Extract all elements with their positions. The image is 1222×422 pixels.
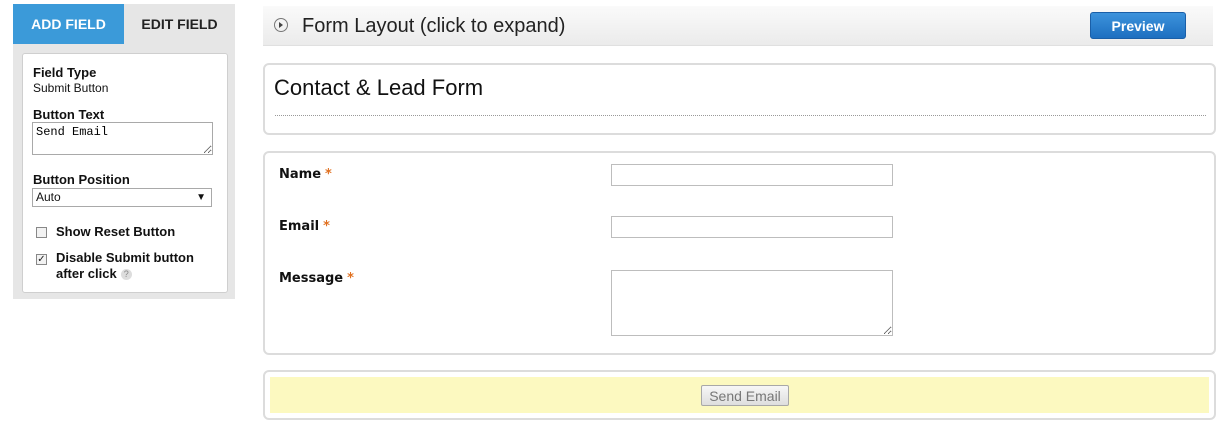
- show-reset-label: Show Reset Button: [56, 224, 176, 239]
- message-field-label: Message *: [279, 271, 354, 286]
- preview-button[interactable]: Preview: [1090, 12, 1186, 39]
- form-title: Contact & Lead Form: [274, 75, 484, 100]
- sidebar-tabs: ADD FIELD EDIT FIELD: [13, 4, 235, 44]
- form-layout-bar[interactable]: Form Layout (click to expand) Preview: [263, 6, 1213, 46]
- button-text-label: Button Text: [33, 107, 105, 122]
- email-input[interactable]: [611, 216, 893, 238]
- message-textarea[interactable]: [611, 270, 893, 336]
- submit-area: Send Email: [270, 377, 1209, 413]
- button-position-label: Button Position: [33, 172, 130, 187]
- tab-add-field[interactable]: ADD FIELD: [13, 4, 124, 44]
- disable-submit-checkbox[interactable]: ✓: [36, 254, 47, 265]
- form-layout-title[interactable]: Form Layout (click to expand): [302, 15, 565, 38]
- button-position-select[interactable]: Auto ▼: [32, 188, 212, 207]
- required-marker: *: [323, 219, 330, 234]
- disable-submit-label: Disable Submit button after click?: [56, 250, 194, 282]
- form-fields-section: Name * Email * Message *: [263, 151, 1216, 355]
- name-field-label: Name *: [279, 167, 332, 182]
- email-field-label: Email *: [279, 219, 330, 234]
- field-type-label: Field Type: [33, 65, 97, 80]
- title-divider: [275, 115, 1206, 116]
- button-text-input[interactable]: Send Email: [32, 122, 213, 155]
- button-position-value: Auto: [36, 190, 61, 204]
- disable-submit-label-line1: Disable Submit button: [56, 250, 194, 265]
- check-icon: ✓: [37, 254, 46, 265]
- form-title-section[interactable]: Contact & Lead Form: [263, 63, 1216, 135]
- name-input[interactable]: [611, 164, 893, 186]
- show-reset-checkbox[interactable]: [36, 227, 47, 238]
- chevron-down-icon: ▼: [196, 192, 206, 203]
- expand-circle-icon[interactable]: [274, 18, 288, 32]
- required-marker: *: [347, 271, 354, 286]
- disable-submit-label-line2: after click: [56, 266, 117, 281]
- required-marker: *: [325, 167, 332, 182]
- send-email-button[interactable]: Send Email: [701, 385, 789, 406]
- help-icon[interactable]: ?: [120, 269, 132, 280]
- field-type-value: Submit Button: [33, 81, 109, 95]
- tab-edit-field[interactable]: EDIT FIELD: [124, 4, 235, 44]
- submit-section: Send Email: [263, 370, 1216, 420]
- field-editor-sidebar: ADD FIELD EDIT FIELD Field Type Submit B…: [13, 4, 235, 299]
- field-settings-panel: Field Type Submit Button Button Text Sen…: [22, 53, 228, 293]
